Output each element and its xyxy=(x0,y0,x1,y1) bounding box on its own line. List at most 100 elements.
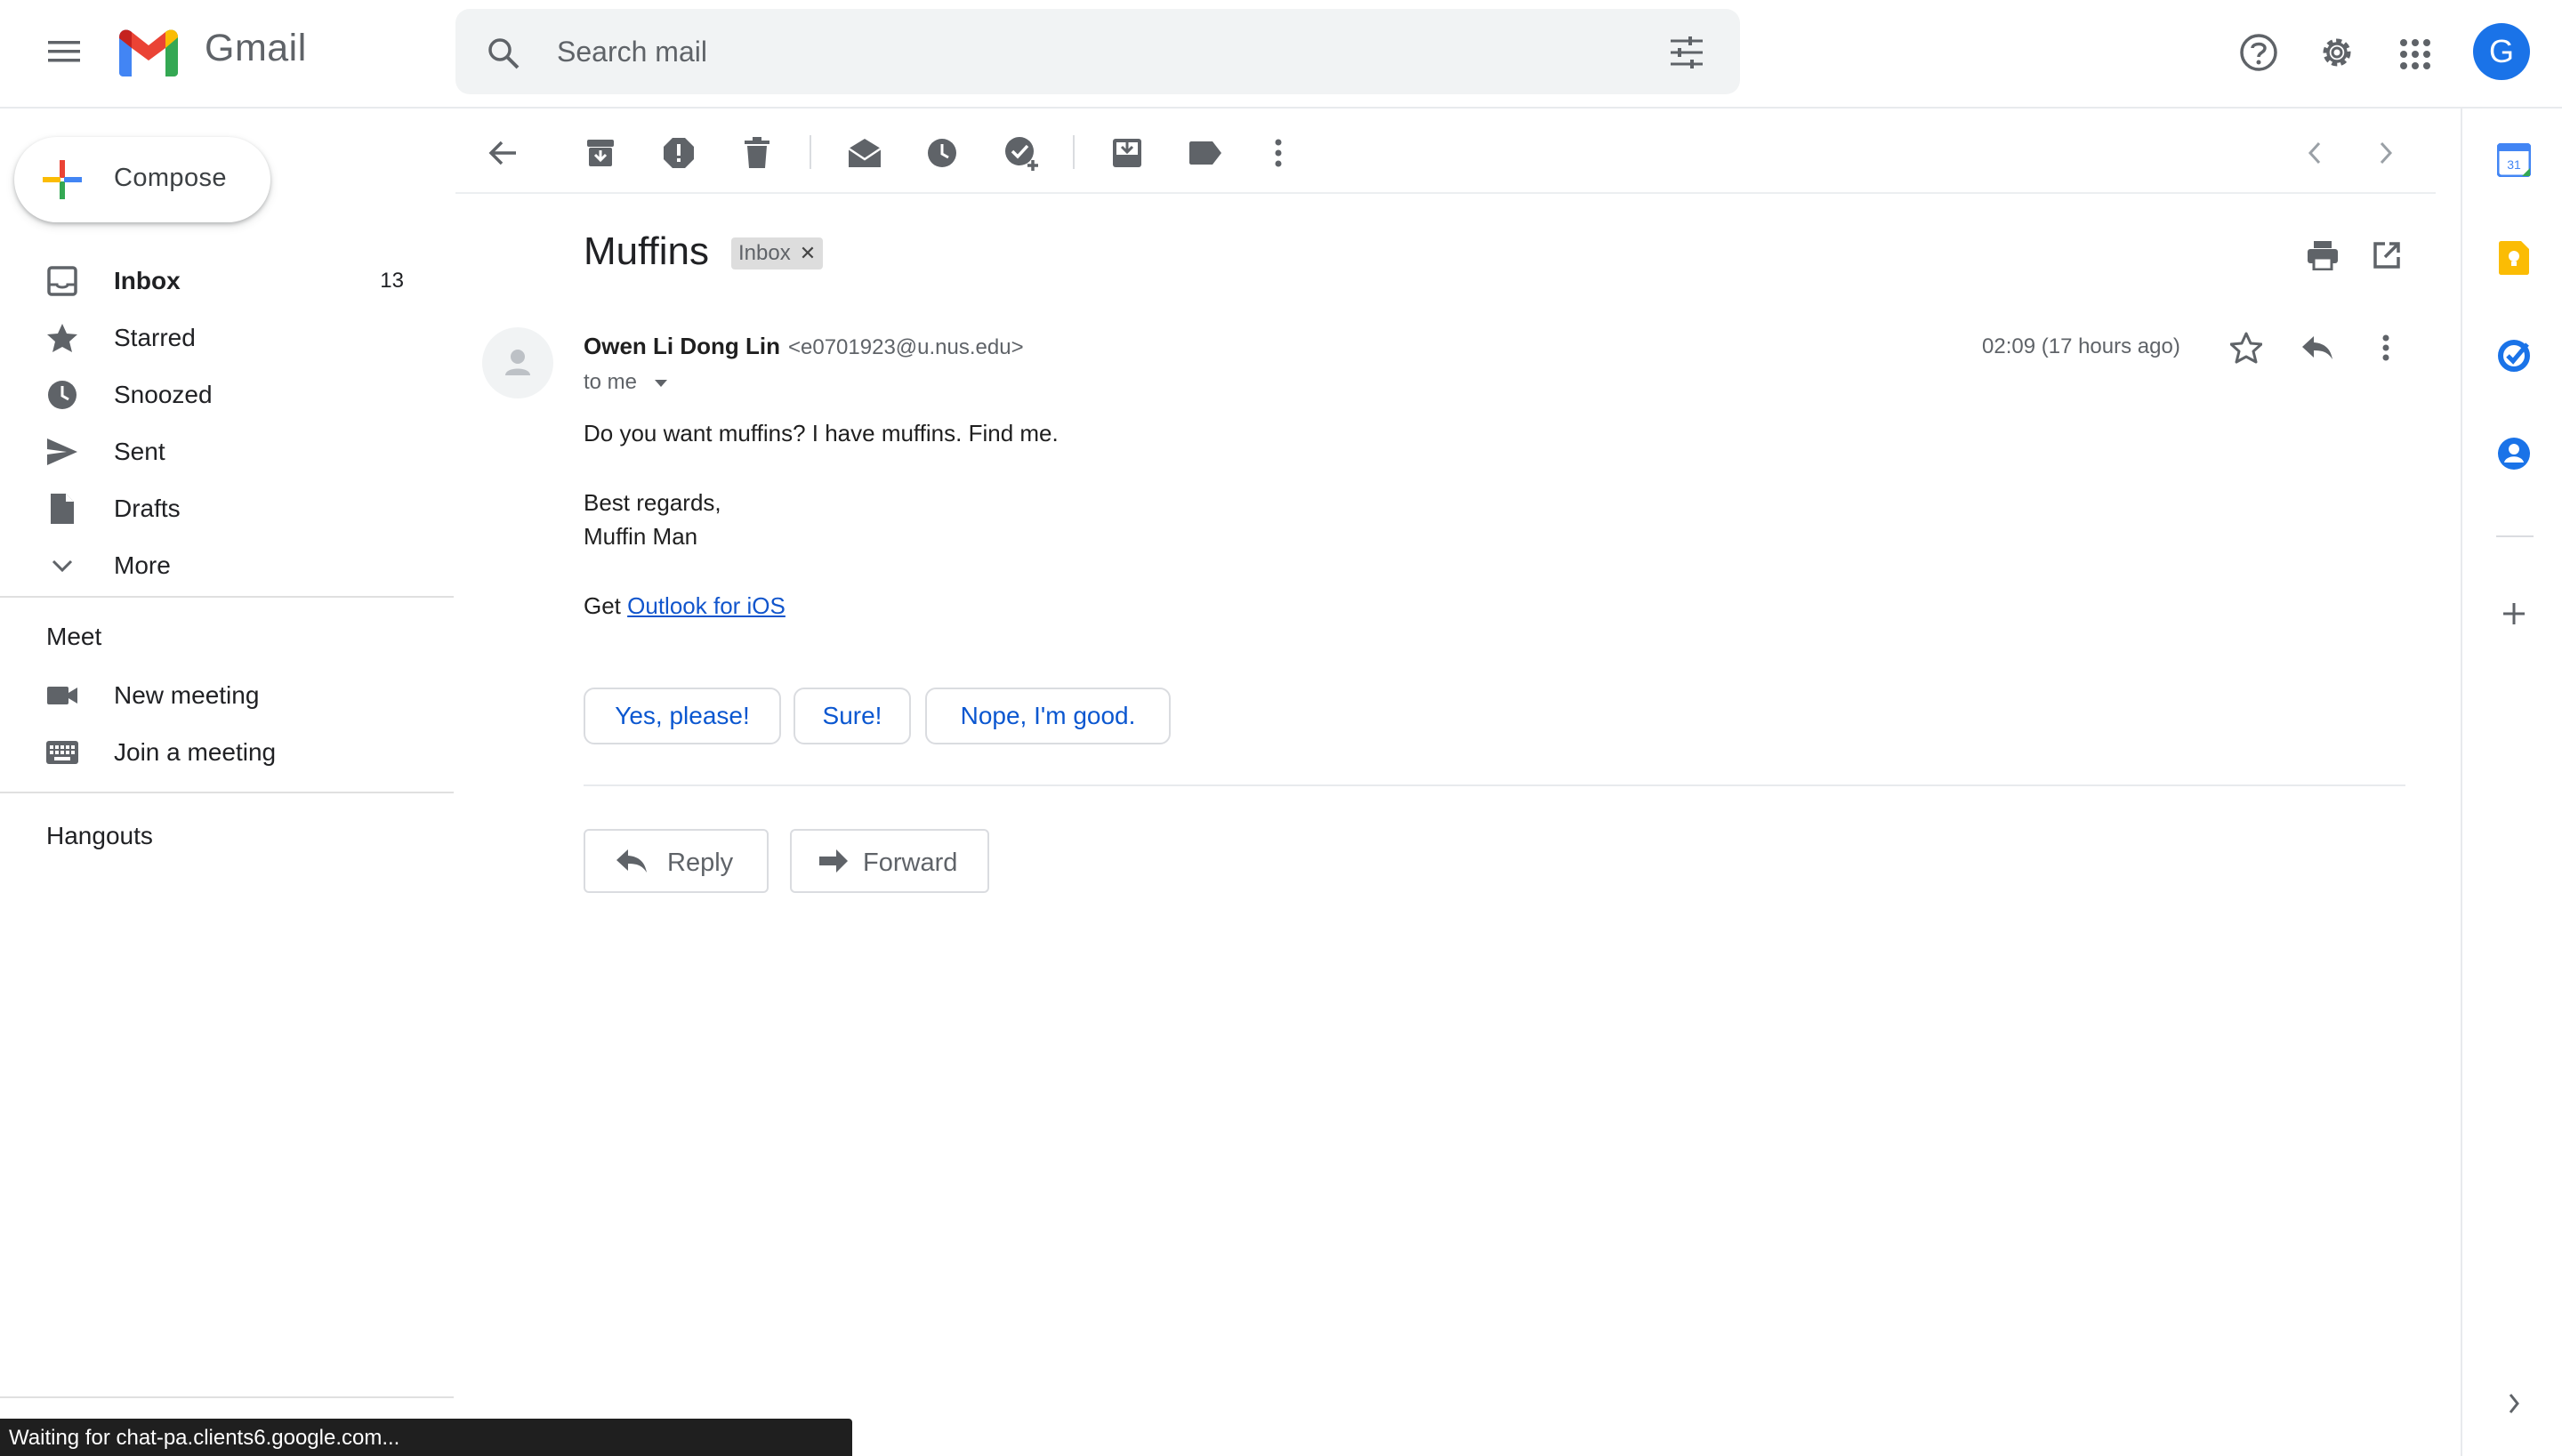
sidebar-item-label: Join a meeting xyxy=(114,738,277,766)
label-chip-text: Inbox xyxy=(738,241,791,265)
outlook-ios-link[interactable]: Outlook for iOS xyxy=(627,592,786,619)
snooze-clock-icon[interactable] xyxy=(920,133,964,173)
email-timestamp: 02:09 (17 hours ago) xyxy=(1982,334,2180,358)
message-more-vertical-icon[interactable] xyxy=(2366,327,2405,368)
delete-trash-icon[interactable] xyxy=(735,133,779,173)
recipient-details[interactable]: to me xyxy=(584,370,668,395)
search-bar[interactable]: Search mail xyxy=(455,9,1740,94)
sidebar-item-label: Inbox xyxy=(114,267,181,294)
compose-plus-icon xyxy=(41,158,84,201)
compose-button[interactable]: Compose xyxy=(14,137,270,222)
clock-icon xyxy=(44,377,80,413)
reply-label: Reply xyxy=(667,849,734,877)
forward-button[interactable]: Forward xyxy=(790,829,989,893)
newer-chevron-left-icon[interactable] xyxy=(2295,133,2334,173)
sidebar-item-label: New meeting xyxy=(114,681,260,709)
send-icon xyxy=(44,434,80,470)
meet-section-title: Meet xyxy=(46,623,102,650)
sidebar-item-label: Drafts xyxy=(114,495,181,522)
forward-icon xyxy=(818,849,849,873)
keep-notes-icon[interactable] xyxy=(2494,238,2534,278)
sidebar-divider xyxy=(0,596,454,598)
svg-text:31: 31 xyxy=(2507,157,2521,172)
sidebar-item-join-meeting[interactable]: Join a meeting xyxy=(0,722,454,779)
reply-icon xyxy=(616,849,648,873)
sidebar-item-more[interactable]: More xyxy=(0,535,454,592)
older-chevron-right-icon[interactable] xyxy=(2366,133,2405,173)
browser-status-bar: Waiting for chat-pa.clients6.google.com.… xyxy=(0,1419,852,1456)
sidebar-item-label: Sent xyxy=(114,438,165,465)
chevron-down-icon xyxy=(44,548,80,583)
toolbar-divider-line xyxy=(455,192,2436,194)
open-in-new-window-icon[interactable] xyxy=(2365,233,2409,278)
sidebar-item-label: Snoozed xyxy=(114,381,213,408)
get-addons-plus-icon[interactable] xyxy=(2494,594,2534,633)
back-arrow-icon[interactable] xyxy=(480,133,525,173)
email-body-line: Do you want muffins? I have muffins. Fin… xyxy=(584,420,1059,446)
sender-avatar[interactable] xyxy=(482,327,553,398)
gmail-logo-text[interactable]: Gmail xyxy=(205,27,307,70)
reply-arrow-icon[interactable] xyxy=(2295,327,2340,368)
details-dropdown-icon[interactable] xyxy=(654,379,668,388)
toolbar-divider xyxy=(1073,135,1075,169)
keyboard-icon xyxy=(44,735,80,770)
toolbar-divider xyxy=(810,135,811,169)
apps-grid-icon[interactable] xyxy=(2393,32,2437,76)
tasks-icon[interactable] xyxy=(2494,336,2534,375)
sidebar-item-drafts[interactable]: Drafts xyxy=(0,479,454,535)
sidebar-item-label: More xyxy=(114,551,171,579)
help-icon[interactable] xyxy=(2236,30,2281,75)
reply-button[interactable]: Reply xyxy=(584,829,769,893)
message-divider xyxy=(584,784,2405,786)
sidebar-item-snoozed[interactable]: Snoozed xyxy=(0,365,454,422)
star-icon xyxy=(44,320,80,356)
show-side-panel-chevron-icon[interactable] xyxy=(2494,1384,2534,1423)
signature-prefix: Get xyxy=(584,592,628,619)
sidebar-item-label: Starred xyxy=(114,324,196,351)
settings-gear-icon[interactable] xyxy=(2315,30,2359,75)
inbox-count-badge: 13 xyxy=(380,269,404,293)
smart-reply-sure[interactable]: Sure! xyxy=(794,688,911,744)
email-body-line: Muffin Man xyxy=(584,523,698,550)
sidebar-divider xyxy=(0,792,454,793)
search-options-icon[interactable] xyxy=(1669,36,1704,69)
star-message-icon[interactable] xyxy=(2224,327,2268,368)
sidebar-item-new-meeting[interactable]: New meeting xyxy=(0,665,454,722)
sidebar-item-starred[interactable]: Starred xyxy=(0,308,454,365)
more-vertical-icon[interactable] xyxy=(1256,133,1301,173)
sidebar-item-inbox[interactable]: Inbox 13 xyxy=(0,251,454,308)
report-spam-icon[interactable] xyxy=(657,133,701,173)
recipient-text: to me xyxy=(584,370,638,394)
inbox-icon xyxy=(44,263,80,299)
email-subject: Muffins xyxy=(584,229,710,273)
calendar-icon[interactable]: 31 xyxy=(2494,141,2534,180)
hangouts-section-title[interactable]: Hangouts xyxy=(46,822,153,850)
video-icon xyxy=(44,678,80,713)
remove-label-close-icon[interactable]: ✕ xyxy=(800,242,816,265)
smart-reply-yes-please[interactable]: Yes, please! xyxy=(584,688,781,744)
forward-label: Forward xyxy=(863,849,958,877)
label-tag-icon[interactable] xyxy=(1183,133,1228,173)
email-body-signature-line: Get Outlook for iOS xyxy=(584,592,786,620)
sidebar-item-sent[interactable]: Sent xyxy=(0,422,454,479)
email-body-line: Best regards, xyxy=(584,489,721,516)
move-to-icon[interactable] xyxy=(1105,133,1149,173)
side-panel-divider xyxy=(2496,535,2534,537)
contacts-icon[interactable] xyxy=(2494,434,2534,473)
smart-reply-nope[interactable]: Nope, I'm good. xyxy=(925,688,1171,744)
print-icon[interactable] xyxy=(2300,233,2345,278)
top-header: Gmail Search mail G xyxy=(0,0,2562,109)
main-menu-icon[interactable] xyxy=(41,32,87,71)
sidebar-divider xyxy=(0,1396,454,1398)
add-to-tasks-icon[interactable] xyxy=(1000,133,1044,174)
gmail-logo-icon[interactable] xyxy=(116,27,181,76)
search-icon[interactable] xyxy=(486,36,521,71)
account-avatar[interactable]: G xyxy=(2473,23,2530,80)
archive-icon[interactable] xyxy=(578,133,623,173)
compose-label: Compose xyxy=(114,164,227,192)
sender-email: <e0701923@u.nus.edu> xyxy=(788,335,1024,359)
sender-name[interactable]: Owen Li Dong Lin xyxy=(584,333,780,360)
label-chip-inbox[interactable]: Inbox ✕ xyxy=(731,237,824,269)
mark-unread-icon[interactable] xyxy=(842,133,888,173)
search-input[interactable]: Search mail xyxy=(557,36,707,68)
